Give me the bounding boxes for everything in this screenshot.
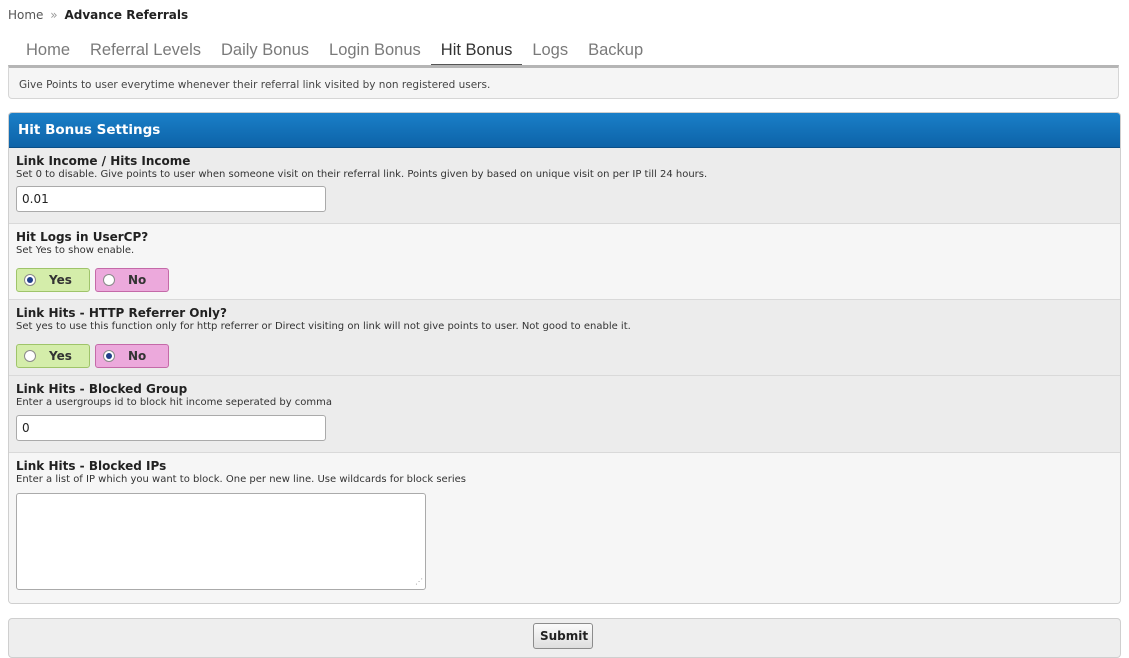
- radio-label: Yes: [49, 273, 72, 287]
- hit-logs-yes-option[interactable]: Yes: [16, 268, 90, 292]
- tab-bar: Home Referral Levels Daily Bonus Login B…: [16, 34, 653, 67]
- radio-unchecked-icon[interactable]: [103, 274, 115, 286]
- setting-title: Link Hits - Blocked Group: [16, 382, 188, 396]
- setting-row-http-referrer: Link Hits - HTTP Referrer Only? Set yes …: [9, 300, 1120, 376]
- http-referrer-no-option[interactable]: No: [95, 344, 169, 368]
- blocked-group-input[interactable]: 0: [16, 415, 326, 441]
- blocked-ips-textarea[interactable]: [16, 493, 426, 590]
- radio-unchecked-icon[interactable]: [24, 350, 36, 362]
- setting-title: Link Income / Hits Income: [16, 154, 191, 168]
- tab-hit-bonus[interactable]: Hit Bonus: [430, 37, 523, 67]
- setting-row-blocked-group: Link Hits - Blocked Group Enter a usergr…: [9, 376, 1120, 453]
- settings-panel: Hit Bonus Settings Link Income / Hits In…: [8, 112, 1121, 604]
- setting-description: Enter a usergroups id to block hit incom…: [16, 397, 333, 408]
- breadcrumb: Home » Advance Referrals: [8, 8, 188, 22]
- setting-row-link-income: Link Income / Hits Income Set 0 to disab…: [9, 148, 1120, 224]
- tab-daily-bonus[interactable]: Daily Bonus: [211, 37, 319, 67]
- tab-logs[interactable]: Logs: [522, 37, 578, 67]
- http-referrer-yes-option[interactable]: Yes: [16, 344, 90, 368]
- setting-title: Link Hits - Blocked IPs: [16, 459, 167, 473]
- setting-title: Link Hits - HTTP Referrer Only?: [16, 306, 227, 320]
- setting-description: Set yes to use this function only for ht…: [16, 321, 631, 332]
- breadcrumb-current: Advance Referrals: [64, 8, 189, 22]
- hit-logs-no-option[interactable]: No: [95, 268, 169, 292]
- radio-checked-icon[interactable]: [24, 274, 36, 286]
- setting-description: Enter a list of IP which you want to blo…: [16, 474, 466, 485]
- radio-label: Yes: [49, 349, 72, 363]
- submit-button[interactable]: Submit: [533, 623, 593, 649]
- page-description: Give Points to user everytime whenever t…: [8, 65, 1119, 99]
- setting-row-hit-logs: Hit Logs in UserCP? Set Yes to show enab…: [9, 224, 1120, 300]
- tab-home[interactable]: Home: [16, 37, 80, 67]
- breadcrumb-home-link[interactable]: Home: [8, 8, 43, 22]
- radio-label: No: [128, 349, 147, 363]
- setting-description: Set 0 to disable. Give points to user wh…: [16, 169, 708, 180]
- breadcrumb-separator: »: [50, 8, 58, 22]
- settings-header: Hit Bonus Settings: [9, 113, 1120, 148]
- tab-backup[interactable]: Backup: [578, 37, 653, 67]
- setting-title: Hit Logs in UserCP?: [16, 230, 149, 244]
- tab-referral-levels[interactable]: Referral Levels: [80, 37, 211, 67]
- radio-label: No: [128, 273, 147, 287]
- link-income-input[interactable]: 0.01: [16, 186, 326, 212]
- submit-bar: Submit: [8, 618, 1121, 658]
- tab-login-bonus[interactable]: Login Bonus: [319, 37, 431, 67]
- http-referrer-radio-group: Yes No: [16, 344, 169, 368]
- resize-grip-icon[interactable]: ⋰: [415, 578, 1118, 603]
- setting-row-blocked-ips: Link Hits - Blocked IPs Enter a list of …: [9, 453, 1120, 603]
- hit-logs-radio-group: Yes No: [16, 268, 169, 292]
- setting-description: Set Yes to show enable.: [16, 245, 135, 256]
- radio-checked-icon[interactable]: [103, 350, 115, 362]
